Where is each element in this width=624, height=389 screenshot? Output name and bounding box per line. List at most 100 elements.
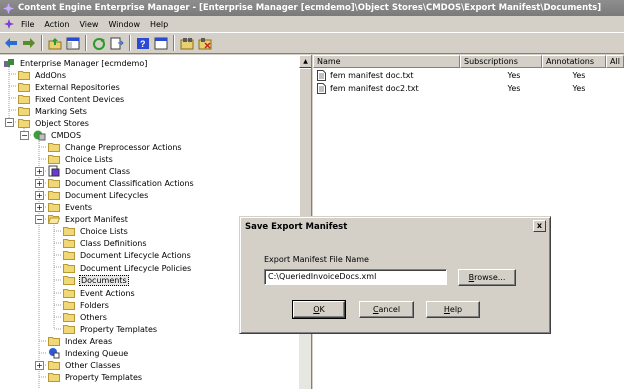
help-icon: ?	[137, 37, 149, 49]
browse-button[interactable]: Browse...	[458, 269, 516, 286]
tree-item-em-others[interactable]: Others	[63, 311, 108, 323]
folder-icon	[18, 95, 30, 104]
menu-help[interactable]: Help	[145, 20, 173, 29]
tree-item-label: Others	[80, 312, 107, 322]
back-arrow-icon	[5, 38, 17, 48]
mdi-child-icon[interactable]	[4, 19, 14, 29]
app-icon	[3, 2, 14, 14]
tree-item-em-document-lifecycle-actions[interactable]: Document Lifecycle Actions	[63, 249, 192, 261]
text-document-icon	[317, 83, 326, 94]
column-header-annotations[interactable]: Annotations	[542, 55, 606, 68]
list-item[interactable]: fem manifest doc.txt Yes Yes	[313, 69, 624, 82]
list-item[interactable]: fem manifest doc2.txt Yes Yes	[313, 82, 624, 95]
expander-document-lifecycles[interactable]: +	[35, 191, 44, 200]
text-document-icon	[317, 70, 326, 81]
tree-item-indexing-queue[interactable]: Indexing Queue	[48, 347, 129, 359]
refresh-icon	[93, 37, 105, 50]
tree-item-property-templates[interactable]: Property Templates	[48, 371, 143, 383]
ok-button[interactable]: OK	[292, 300, 346, 319]
tree-item-label: Document Lifecycle Actions	[80, 250, 191, 260]
object-store-button[interactable]	[179, 35, 195, 51]
back-button[interactable]	[3, 35, 19, 51]
folder-icon	[48, 337, 60, 346]
tree-item-object-stores[interactable]: Object Stores	[18, 117, 90, 129]
tree-item-label: Object Stores	[35, 118, 89, 128]
console-tree-icon	[66, 37, 80, 49]
object-store-icon	[180, 37, 194, 49]
menu-file[interactable]: File	[16, 20, 39, 29]
tree-item-label: Marking Sets	[35, 106, 87, 116]
tree-item-fixed-content-devices[interactable]: Fixed Content Devices	[18, 93, 125, 105]
expander-events[interactable]: +	[35, 203, 44, 212]
help-button-label: elp	[449, 305, 463, 314]
properties-button[interactable]	[153, 35, 169, 51]
tree-item-label: Documents	[79, 274, 129, 286]
expander-document-classification-actions[interactable]: +	[35, 179, 44, 188]
expander-export-manifest[interactable]: −	[35, 215, 44, 224]
menu-view[interactable]: View	[74, 20, 103, 29]
tree-item-em-folders[interactable]: Folders	[63, 299, 110, 311]
expander-object-stores[interactable]: −	[5, 118, 14, 127]
tree-item-label: External Repositories	[35, 82, 120, 92]
tree-item-export-manifest[interactable]: Export Manifest	[48, 213, 129, 225]
tree-item-external-repositories[interactable]: External Repositories	[18, 81, 121, 93]
file-name-input[interactable]: C:\QueriedInvoiceDocs.xml	[264, 269, 447, 285]
tree-item-change-preprocessor-actions[interactable]: Change Preprocessor Actions	[48, 141, 183, 153]
tree-item-label: Event Actions	[80, 288, 135, 298]
tree-item-em-event-actions[interactable]: Event Actions	[63, 287, 136, 299]
tree-item-label: Document Lifecycle Policies	[80, 263, 192, 273]
tree-item-label: Property Templates	[80, 324, 158, 334]
tree-item-index-areas[interactable]: Index Areas	[48, 335, 113, 347]
column-header-subscriptions[interactable]: Subscriptions	[460, 55, 542, 68]
scroll-up-arrow-icon[interactable]: ▲	[299, 55, 311, 68]
expander-other-classes[interactable]: +	[35, 361, 44, 370]
export-list-icon	[110, 37, 124, 49]
tree-item-addons[interactable]: AddOns	[18, 69, 67, 81]
list-item-name: fem manifest doc.txt	[330, 71, 414, 80]
close-icon[interactable]: x	[533, 220, 546, 232]
help-button[interactable]: ?	[135, 35, 151, 51]
tree-item-em-documents[interactable]: Documents	[63, 274, 129, 286]
folder-icon	[18, 71, 30, 80]
tree-item-em-property-templates[interactable]: Property Templates	[63, 323, 158, 335]
tree-item-choice-lists[interactable]: Choice Lists	[48, 153, 114, 165]
tree-item-label: Folders	[80, 300, 109, 310]
object-store-delete-button[interactable]	[197, 35, 213, 51]
column-header-all-do[interactable]: All Do	[606, 55, 624, 68]
menu-window[interactable]: Window	[103, 20, 145, 29]
toolbar: ?	[0, 32, 624, 54]
column-header-name[interactable]: Name	[313, 55, 460, 68]
dialog-title: Save Export Manifest	[245, 221, 348, 232]
folder-icon	[18, 119, 30, 128]
folder-icon	[63, 289, 75, 298]
tree-item-em-choice-lists[interactable]: Choice Lists	[63, 225, 129, 237]
up-one-level-button[interactable]	[47, 35, 63, 51]
menu-action[interactable]: Action	[39, 20, 74, 29]
help-dialog-button[interactable]: Help	[426, 301, 480, 318]
export-list-button[interactable]	[109, 35, 125, 51]
ok-button-label: K	[319, 305, 325, 314]
expander-cmdos[interactable]: −	[20, 131, 29, 140]
folder-up-icon	[48, 37, 62, 49]
tree-item-document-classification-actions[interactable]: Document Classification Actions	[48, 177, 195, 189]
expander-document-class[interactable]: +	[35, 167, 44, 176]
tree-item-marking-sets[interactable]: Marking Sets	[18, 105, 88, 117]
cancel-button[interactable]: Cancel	[359, 301, 414, 318]
tree-item-em-class-definitions[interactable]: Class Definitions	[63, 237, 148, 249]
tree-item-document-lifecycles[interactable]: Document Lifecycles	[48, 189, 149, 201]
folder-icon	[63, 313, 75, 322]
tree-item-other-classes[interactable]: Other Classes	[48, 359, 121, 371]
tree-item-events[interactable]: Events	[48, 201, 93, 213]
tree-item-em-document-lifecycle-policies[interactable]: Document Lifecycle Policies	[63, 262, 192, 274]
window-title: Content Engine Enterprise Manager - [Ent…	[18, 3, 602, 13]
tree-item-label: Class Definitions	[80, 238, 147, 248]
refresh-button[interactable]	[91, 35, 107, 51]
folder-icon	[48, 361, 60, 370]
tree-item-document-class[interactable]: Document Class	[48, 165, 131, 177]
show-hide-tree-button[interactable]	[65, 35, 81, 51]
tree-item-cmdos[interactable]: CMDOS	[33, 129, 82, 141]
forward-button[interactable]	[21, 35, 37, 51]
list-item-subscriptions: Yes	[507, 71, 521, 80]
toolbar-separator	[85, 35, 87, 51]
tree-item-label: CMDOS	[51, 130, 82, 140]
